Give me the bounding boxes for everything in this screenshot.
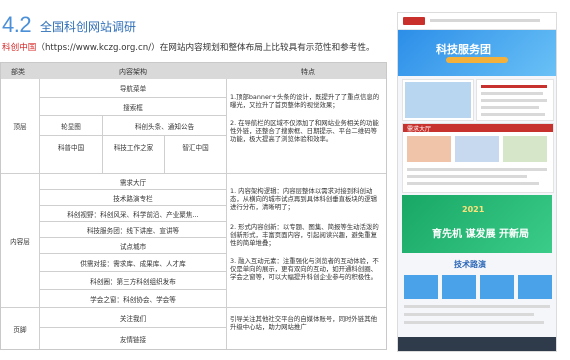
- table-header: 部类 内容架构 特点: [1, 63, 386, 79]
- content-row: 科创圈：第三方科创组织发布: [40, 271, 226, 289]
- content-cell: 轮显图: [40, 115, 102, 135]
- feature-text: 3. 融入互动元素：注重强化与浏览者的互动体验，不仅是单向的展示，更有双向的互动…: [230, 257, 379, 281]
- content-cell: 科创头条、通知公告: [102, 115, 226, 135]
- site-footer: [398, 337, 556, 351]
- subtitle-highlight: 科创中国: [2, 43, 37, 53]
- feature-text: 引导关注其他社交平台的自媒体账号，同时外链其他升级中心站，助力网站推广: [230, 315, 377, 331]
- content-row: 搜索框: [40, 97, 226, 115]
- content-row: 关注我们: [40, 307, 226, 327]
- promo-year: 2021: [462, 205, 485, 214]
- content-cell: 智汇中国: [164, 135, 226, 173]
- feature-text: 2. 形式内容创新：以专题、图集、简报等生动活泼的创新形式，丰富页面内容，引起阅…: [230, 223, 379, 247]
- content-row: 学会之窗：科创协会、学会等: [40, 289, 226, 307]
- col-header-content: 内容架构: [119, 68, 147, 76]
- content-row: 科技服务团：线下讲座、宣讲等: [40, 221, 226, 237]
- site-banner: 科技服务团: [398, 30, 556, 76]
- news-image: [402, 79, 474, 121]
- content-row: 导航菜单: [119, 85, 147, 93]
- subtitle-text: （https://www.kczg.org.cn/）在网站内容规划和整体布局上比…: [36, 43, 375, 53]
- page-title: 全国科创网站调研: [40, 20, 137, 34]
- website-screenshot: 科技服务团 需求大厅 2021 育先机 谋发展 开新局 技术路演: [397, 12, 557, 352]
- content-cell: 科技工作之家: [102, 135, 164, 173]
- content-cell: 科普中国: [40, 135, 102, 173]
- roadshow-card: [442, 275, 476, 299]
- section-label-content: 内容层: [1, 173, 39, 307]
- col-header-features: 特点: [301, 68, 315, 76]
- site-nav: [430, 19, 540, 22]
- survey-table: 部类 内容架构 特点 顶层 内容层 页脚 导航菜单 搜索框 轮显图 科创头条、通…: [0, 62, 387, 350]
- content-row: 技术路演专栏: [40, 189, 226, 205]
- feature-text: 1. 内容架构逻辑：内容层整体以需求对接到科创动态，从横向的城市试点再到具体科创…: [230, 187, 377, 211]
- roadshow-card: [404, 275, 438, 299]
- section-label-top: 顶层: [13, 123, 27, 131]
- section-number: 4.2: [2, 12, 32, 37]
- banner-title: 科技服务团: [436, 43, 491, 56]
- roadshow-card: [518, 275, 552, 299]
- section-label-footer: 页脚: [1, 307, 39, 349]
- content-row: 科创视野：科创风采、科学前沿、产业聚焦...: [40, 205, 226, 221]
- roadshow-heading: 技术路演: [454, 260, 486, 269]
- headline-list: [476, 79, 554, 121]
- site-logo: [403, 17, 425, 25]
- feature-text: 1.顶部banner+头条的设计，既提升了了重点信息的曝光，又拉升了首页整体的视…: [230, 93, 380, 109]
- banner-button: [446, 57, 508, 63]
- demand-hall-heading: 需求大厅: [407, 126, 432, 133]
- slide-header: 4.2 全国科创网站调研: [0, 10, 380, 37]
- roadshow-card: [480, 275, 514, 299]
- col-header-section: 部类: [11, 68, 25, 76]
- content-row: 供需对接：需求库、成果库、人才库: [40, 253, 226, 271]
- subtitle: 科创中国（https://www.kczg.org.cn/）在网站内容规划和整体…: [2, 41, 375, 53]
- content-row: 试点城市: [40, 237, 226, 253]
- content-row: 友情链接: [40, 327, 226, 349]
- feature-text: 2. 在导航栏的区域不仅添加了和网站业务相关的功能性外链，还整合了搜索框、日期提…: [230, 119, 379, 143]
- demand-hall: 需求大厅: [402, 123, 554, 193]
- promo-title: 育先机 谋发展 开新局: [432, 229, 529, 240]
- content-row: 需求大厅: [40, 173, 226, 189]
- site-header: [398, 13, 556, 30]
- promo-banner: 2021 育先机 谋发展 开新局: [402, 195, 552, 253]
